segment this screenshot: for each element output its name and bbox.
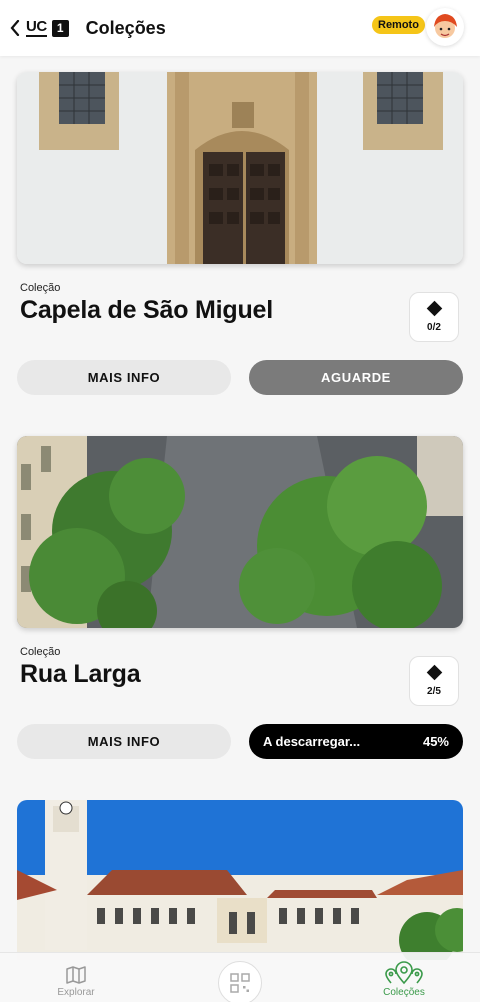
more-info-button[interactable]: MAIS INFO xyxy=(17,724,231,759)
collection-photo-capela[interactable] xyxy=(17,72,463,264)
nav-collections-label: Coleções xyxy=(383,987,425,998)
card-actions: MAIS INFO AGUARDE xyxy=(17,360,463,395)
more-info-button[interactable]: MAIS INFO xyxy=(17,360,231,395)
collection-kicker: Coleção xyxy=(20,282,61,294)
collection-card-rua-larga: Coleção Rua Larga 2/5 MAIS INFO A descar… xyxy=(17,436,463,759)
diamond-icon xyxy=(426,300,442,317)
progress-counter: 0/2 xyxy=(409,292,459,342)
collection-kicker: Coleção xyxy=(20,646,61,658)
collection-title: Rua Larga xyxy=(20,660,141,688)
collection-card-capela: Coleção Capela de São Miguel 0/2 MAIS IN… xyxy=(17,72,463,395)
avatar[interactable] xyxy=(426,8,464,46)
download-progress-button[interactable]: A descarregar... 45% xyxy=(249,724,463,759)
progress-count: 2/5 xyxy=(427,686,441,697)
nav-explore[interactable]: Explorar xyxy=(36,965,116,998)
progress-counter: 2/5 xyxy=(409,656,459,706)
status-badge: Remoto xyxy=(372,16,425,34)
app-header: UC 1 Coleções Remoto xyxy=(0,0,480,56)
logo-text: UC xyxy=(26,17,47,37)
page-title: Coleções xyxy=(85,17,166,38)
collection-title: Capela de São Miguel xyxy=(20,296,274,324)
download-label: A descarregar... xyxy=(263,734,361,749)
qr-scan-button[interactable] xyxy=(218,961,262,1002)
download-percent: 45% xyxy=(422,734,449,749)
qr-code-icon xyxy=(230,973,250,993)
diamond-icon xyxy=(426,664,442,681)
map-icon xyxy=(66,966,86,984)
card-actions: MAIS INFO A descarregar... 45% xyxy=(17,724,463,759)
logo-number: 1 xyxy=(51,19,69,37)
back-icon[interactable] xyxy=(10,16,24,40)
collection-photo-rua-larga[interactable] xyxy=(17,436,463,628)
nav-collections[interactable]: Coleções xyxy=(364,961,444,998)
wait-button[interactable]: AGUARDE xyxy=(249,360,463,395)
progress-count: 0/2 xyxy=(427,322,441,333)
nav-explore-label: Explorar xyxy=(57,987,95,998)
collection-card-universidade xyxy=(17,800,463,960)
bottom-nav: Explorar Coleções xyxy=(0,952,480,1002)
collection-photo-universidade[interactable] xyxy=(17,800,463,960)
uc-logo: UC 1 xyxy=(26,17,69,37)
location-pins-icon xyxy=(385,961,423,985)
